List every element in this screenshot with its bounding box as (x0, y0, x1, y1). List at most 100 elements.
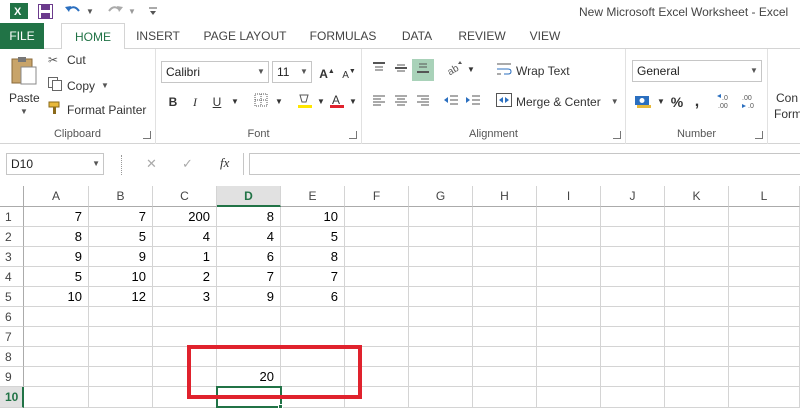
cell-g4[interactable] (409, 267, 473, 287)
cell-h2[interactable] (473, 227, 537, 247)
column-header-l[interactable]: L (729, 186, 800, 207)
cell-c4[interactable]: 2 (153, 267, 217, 287)
cell-b10[interactable] (89, 387, 153, 408)
wrap-text-button[interactable]: Wrap Text (496, 62, 570, 79)
cell-d5[interactable]: 9 (217, 287, 281, 307)
cell-a4[interactable]: 5 (24, 267, 89, 287)
cell-l5[interactable] (729, 287, 800, 307)
cell-i6[interactable] (537, 307, 601, 327)
cell-h4[interactable] (473, 267, 537, 287)
middle-align-icon[interactable] (392, 61, 410, 79)
cell-l4[interactable] (729, 267, 800, 287)
cell-k9[interactable] (665, 367, 729, 387)
cell-j9[interactable] (601, 367, 665, 387)
merge-center-button[interactable]: Merge & Center ▼ (496, 93, 619, 110)
cell-e3[interactable]: 8 (281, 247, 345, 267)
row-header-5[interactable]: 5 (0, 287, 24, 307)
formula-bar-separator[interactable] (121, 155, 123, 175)
redo-icon[interactable] (106, 2, 124, 20)
cell-l10[interactable] (729, 387, 800, 408)
copy-button[interactable]: Copy ▼ (48, 77, 109, 94)
column-header-f[interactable]: F (345, 186, 409, 207)
cell-e1[interactable]: 10 (281, 207, 345, 227)
conditional-formatting-button[interactable]: Con (776, 91, 798, 105)
cell-j1[interactable] (601, 207, 665, 227)
cell-g5[interactable] (409, 287, 473, 307)
bottom-align-icon[interactable] (412, 59, 434, 81)
cell-b7[interactable] (89, 327, 153, 347)
cell-j8[interactable] (601, 347, 665, 367)
cell-f4[interactable] (345, 267, 409, 287)
borders-dropdown-icon[interactable]: ▼ (270, 93, 288, 111)
cell-b8[interactable] (89, 347, 153, 367)
cell-f5[interactable] (345, 287, 409, 307)
cell-h8[interactable] (473, 347, 537, 367)
cell-j4[interactable] (601, 267, 665, 287)
cell-a1[interactable]: 7 (24, 207, 89, 227)
cell-d4[interactable]: 7 (217, 267, 281, 287)
cell-c5[interactable]: 3 (153, 287, 217, 307)
cell-h1[interactable] (473, 207, 537, 227)
column-header-j[interactable]: J (601, 186, 665, 207)
cell-g1[interactable] (409, 207, 473, 227)
decrease-decimal-icon[interactable]: .00.0 (740, 93, 760, 111)
cell-i2[interactable] (537, 227, 601, 247)
cell-f1[interactable] (345, 207, 409, 227)
cell-c6[interactable] (153, 307, 217, 327)
tab-insert[interactable]: INSERT (130, 23, 186, 49)
cell-b3[interactable]: 9 (89, 247, 153, 267)
cell-b1[interactable]: 7 (89, 207, 153, 227)
cell-d2[interactable]: 4 (217, 227, 281, 247)
excel-app-icon[interactable]: X (10, 2, 28, 20)
cell-g3[interactable] (409, 247, 473, 267)
cell-c1[interactable]: 200 (153, 207, 217, 227)
underline-dropdown-icon[interactable]: ▼ (226, 93, 244, 111)
row-header-3[interactable]: 3 (0, 247, 24, 267)
cell-g8[interactable] (409, 347, 473, 367)
cell-i9[interactable] (537, 367, 601, 387)
cell-l7[interactable] (729, 327, 800, 347)
underline-button[interactable]: U (208, 93, 226, 111)
font-name-dropdown-icon[interactable]: ▼ (254, 62, 268, 82)
cell-b2[interactable]: 5 (89, 227, 153, 247)
top-align-icon[interactable] (370, 61, 388, 79)
cell-l1[interactable] (729, 207, 800, 227)
cell-k7[interactable] (665, 327, 729, 347)
cell-a5[interactable]: 10 (24, 287, 89, 307)
tab-home[interactable]: HOME (61, 23, 125, 50)
formula-input[interactable] (249, 153, 800, 175)
row-header-8[interactable]: 8 (0, 347, 24, 367)
font-name-box[interactable]: Calibri ▼ (161, 61, 269, 83)
paste-button[interactable]: Paste (9, 91, 40, 105)
cell-k2[interactable] (665, 227, 729, 247)
row-header-7[interactable]: 7 (0, 327, 24, 347)
row-header-6[interactable]: 6 (0, 307, 24, 327)
cell-d3[interactable]: 6 (217, 247, 281, 267)
cell-l2[interactable] (729, 227, 800, 247)
increase-indent-icon[interactable] (464, 93, 482, 111)
name-box-dropdown-icon[interactable]: ▼ (92, 154, 100, 174)
cell-k3[interactable] (665, 247, 729, 267)
column-header-c[interactable]: C (153, 186, 217, 207)
name-box[interactable]: D10 ▼ (6, 153, 104, 175)
cell-d6[interactable] (217, 307, 281, 327)
align-center-icon[interactable] (392, 93, 410, 111)
cell-g6[interactable] (409, 307, 473, 327)
insert-function-icon[interactable]: fx (220, 155, 229, 171)
row-header-4[interactable]: 4 (0, 267, 24, 287)
cell-b5[interactable]: 12 (89, 287, 153, 307)
clipboard-launcher-icon[interactable] (143, 131, 151, 139)
format-painter-button[interactable]: Format Painter (48, 101, 146, 118)
grow-font-icon[interactable]: A▲ (318, 63, 336, 81)
cell-i8[interactable] (537, 347, 601, 367)
cell-a6[interactable] (24, 307, 89, 327)
column-header-i[interactable]: I (537, 186, 601, 207)
cell-k1[interactable] (665, 207, 729, 227)
column-header-d[interactable]: D (217, 186, 281, 207)
tab-data[interactable]: DATA (393, 23, 441, 49)
cell-e4[interactable]: 7 (281, 267, 345, 287)
cell-j10[interactable] (601, 387, 665, 408)
cell-l6[interactable] (729, 307, 800, 327)
cell-l9[interactable] (729, 367, 800, 387)
borders-icon[interactable] (252, 93, 270, 111)
